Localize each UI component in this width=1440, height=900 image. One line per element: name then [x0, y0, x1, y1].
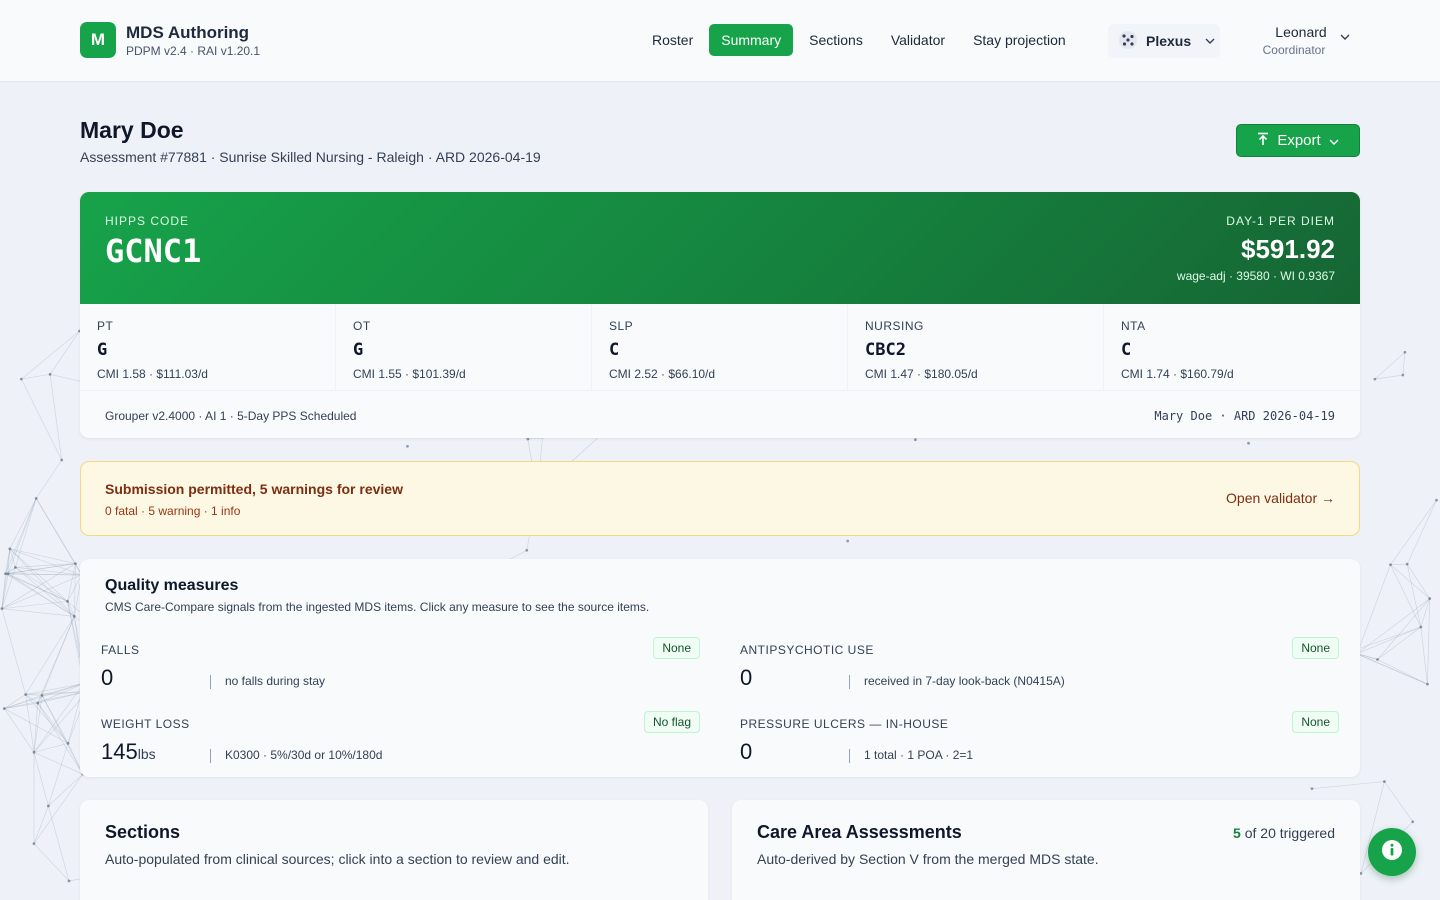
- main-nav: Roster Summary Sections Validator Stay p…: [640, 24, 1082, 56]
- hipps-banner: HIPPS CODE GCNC1 DAY-1 PER DIEM $591.92 …: [80, 192, 1360, 304]
- validation-banner: Submission permitted, 5 warnings for rev…: [80, 461, 1360, 536]
- quality-measures-title: Quality measures: [105, 577, 239, 594]
- validation-title: Submission permitted, 5 warnings for rev…: [105, 481, 403, 497]
- component-label: NTA: [1121, 319, 1146, 333]
- component-label: OT: [353, 319, 371, 333]
- export-label: Export: [1277, 132, 1321, 149]
- measure-weight-loss[interactable]: WEIGHT LOSS No flag 145lbs K0300 · 5%/30…: [101, 711, 700, 775]
- divider: [849, 749, 850, 763]
- divider: [849, 675, 850, 689]
- export-button[interactable]: Export: [1236, 124, 1360, 157]
- hipps-footer: Grouper v2.4000 · AI 1 · 5-Day PPS Sched…: [80, 390, 1360, 438]
- quality-measures-card: Quality measures CMS Care-Compare signal…: [80, 559, 1360, 777]
- component-nursing: NURSING CBC2 CMI 1.47 · $180.05/d: [848, 304, 1104, 390]
- assessment-meta: Assessment #77881 · Sunrise Skilled Nurs…: [80, 149, 541, 165]
- app-logo-icon[interactable]: M: [80, 22, 116, 58]
- nav-sections[interactable]: Sections: [797, 24, 875, 56]
- caa-triggered-count: 5 of 20 triggered: [1233, 825, 1335, 841]
- sections-title: Sections: [105, 822, 181, 842]
- measure-falls[interactable]: FALLS None 0 no falls during stay: [101, 637, 700, 701]
- divider: [210, 749, 211, 763]
- measure-antipsychotic[interactable]: ANTIPSYCHOTIC USE None 0 received in 7-d…: [740, 637, 1339, 701]
- info-icon: [1381, 839, 1403, 866]
- patient-ard-stamp: Mary Doe · ARD 2026-04-19: [1154, 409, 1335, 423]
- hipps-code: GCNC1: [105, 232, 202, 270]
- component-pt: PT G CMI 1.58 · $111.03/d: [80, 304, 336, 390]
- component-label: NURSING: [865, 319, 924, 333]
- chevron-down-icon: [1340, 34, 1350, 40]
- user-name: Leonard: [1275, 24, 1327, 40]
- nav-summary[interactable]: Summary: [709, 24, 794, 56]
- validation-counts: 0 fatal · 5 warning · 1 info: [105, 504, 241, 518]
- measure-name: PRESSURE ULCERS — IN-HOUSE: [740, 717, 949, 731]
- measure-detail: received in 7-day look-back (N0415A): [864, 674, 1065, 688]
- per-diem-label: DAY-1 PER DIEM: [1226, 214, 1335, 228]
- quality-measures-subtitle: CMS Care-Compare signals from the ingest…: [105, 600, 650, 614]
- component-code: G: [97, 340, 108, 360]
- open-validator-link[interactable]: Open validator →: [1226, 490, 1335, 506]
- component-label: PT: [97, 319, 114, 333]
- nav-stay-projection[interactable]: Stay projection: [961, 24, 1078, 56]
- sections-subtitle: Auto-populated from clinical sources; cl…: [105, 851, 570, 867]
- component-slp: SLP C CMI 2.52 · $66.10/d: [592, 304, 848, 390]
- status-badge: No flag: [643, 711, 700, 733]
- grouper-info: Grouper v2.4000 · AI 1 · 5-Day PPS Sched…: [105, 409, 357, 423]
- caa-title: Care Area Assessments: [757, 822, 962, 842]
- status-badge: None: [1292, 711, 1339, 733]
- wage-adjustment: wage-adj · 39580 · WI 0.9367: [1176, 269, 1335, 283]
- nav-roster[interactable]: Roster: [640, 24, 705, 56]
- user-menu[interactable]: Leonard Coordinator: [1250, 24, 1360, 57]
- care-area-assessments-card: Care Area Assessments Auto-derived by Se…: [732, 800, 1360, 900]
- component-code: C: [1121, 340, 1132, 360]
- app-title: MDS Authoring: [126, 23, 250, 42]
- component-cmi: CMI 2.52 · $66.10/d: [609, 367, 716, 381]
- component-cmi: CMI 1.55 · $101.39/d: [353, 367, 466, 381]
- component-cmi: CMI 1.58 · $111.03/d: [97, 367, 208, 381]
- app-version: PDPM v2.4 · RAI v1.20.1: [126, 44, 261, 58]
- measure-value: 0: [101, 665, 114, 690]
- top-bar: M MDS Authoring PDPM v2.4 · RAI v1.20.1 …: [0, 0, 1440, 82]
- chevron-down-icon: [1205, 38, 1215, 44]
- component-cmi: CMI 1.47 · $180.05/d: [865, 367, 978, 381]
- divider: [210, 675, 211, 689]
- hipps-label: HIPPS CODE: [105, 214, 190, 228]
- measure-name: WEIGHT LOSS: [101, 717, 190, 731]
- nav-validator[interactable]: Validator: [879, 24, 957, 56]
- component-nta: NTA C CMI 1.74 · $160.79/d: [1104, 304, 1360, 390]
- measure-value: 0: [740, 665, 753, 690]
- measure-value: 145lbs: [101, 739, 156, 764]
- component-ot: OT G CMI 1.55 · $101.39/d: [336, 304, 592, 390]
- measure-value: 0: [740, 739, 753, 764]
- caa-subtitle: Auto-derived by Section V from the merge…: [757, 851, 1099, 867]
- hipps-card: HIPPS CODE GCNC1 DAY-1 PER DIEM $591.92 …: [80, 192, 1360, 438]
- measure-name: FALLS: [101, 643, 140, 657]
- export-icon: [1257, 132, 1269, 150]
- plexus-dots-icon: [1118, 30, 1138, 53]
- chevron-down-icon: [1329, 132, 1339, 149]
- main-content: Mary Doe Assessment #77881 · Sunrise Ski…: [0, 0, 1440, 900]
- patient-name: Mary Doe: [80, 117, 184, 143]
- org-switcher[interactable]: Plexus: [1108, 24, 1220, 58]
- user-role: Coordinator: [1262, 43, 1326, 57]
- measure-detail: K0300 · 5%/30d or 10%/180d: [225, 748, 383, 762]
- sections-card: Sections Auto-populated from clinical so…: [80, 800, 708, 900]
- status-badge: None: [653, 637, 700, 659]
- measure-detail: 1 total · 1 POA · 2=1: [864, 748, 974, 762]
- status-badge: None: [1292, 637, 1339, 659]
- component-code: G: [353, 340, 364, 360]
- per-diem-amount: $591.92: [1241, 234, 1335, 264]
- info-button[interactable]: [1368, 828, 1416, 876]
- component-label: SLP: [609, 319, 634, 333]
- component-code: CBC2: [865, 340, 906, 360]
- measure-pressure-ulcers[interactable]: PRESSURE ULCERS — IN-HOUSE None 0 1 tota…: [740, 711, 1339, 775]
- org-name: Plexus: [1146, 33, 1192, 49]
- component-cmi: CMI 1.74 · $160.79/d: [1121, 367, 1234, 381]
- measure-name: ANTIPSYCHOTIC USE: [740, 643, 874, 657]
- measure-detail: no falls during stay: [225, 674, 326, 688]
- pdpm-components: PT G CMI 1.58 · $111.03/d OT G CMI 1.55 …: [80, 304, 1360, 390]
- component-code: C: [609, 340, 620, 360]
